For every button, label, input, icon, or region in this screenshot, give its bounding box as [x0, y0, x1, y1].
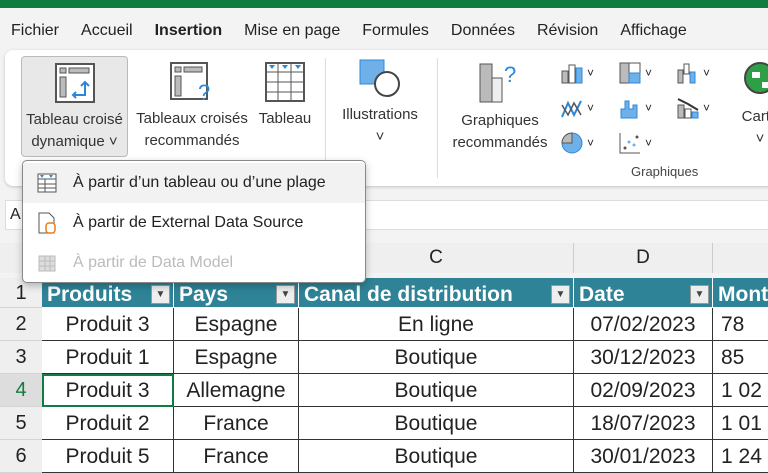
row-number[interactable]: 3 [0, 341, 42, 374]
combo-chart-button[interactable]: ˅ [677, 97, 710, 119]
combo-chart-icon [677, 98, 699, 119]
tab-donnees[interactable]: Données [440, 10, 526, 50]
hierarchy-chart-icon [619, 62, 641, 84]
table-cell[interactable]: Produit 5 [42, 440, 174, 473]
hierarchy-chart-button[interactable]: ˅ [619, 62, 652, 84]
pivot-table-button[interactable]: Tableau croisé dynamique ˅ [21, 56, 128, 157]
charts-group-label: Graphiques [631, 164, 699, 179]
maps-button[interactable]: Carte ˅ [735, 60, 768, 150]
column-header-d[interactable]: D [574, 243, 713, 273]
chevron-down-icon: ˅ [755, 130, 765, 147]
table-cell[interactable]: Produit 2 [42, 407, 174, 440]
recommended-charts-icon: ? [479, 62, 516, 103]
table-cell[interactable]: Produit 1 [42, 341, 174, 374]
filter-dropdown-icon[interactable]: ▼ [276, 285, 295, 304]
waterfall-chart-button[interactable]: ˅ [677, 62, 710, 84]
table-cell[interactable]: 85 [713, 341, 768, 374]
recommended-pivot-icon: ? [170, 62, 210, 102]
histogram-icon [620, 100, 638, 119]
svg-text:?: ? [504, 62, 516, 87]
table-cell[interactable]: 1 01 [713, 407, 768, 440]
globe-icon [744, 62, 768, 94]
row-number[interactable]: 2 [0, 308, 42, 341]
table-icon [265, 62, 305, 102]
line-chart-icon [561, 100, 582, 118]
waterfall-chart-icon [677, 63, 696, 84]
table-cell[interactable]: 07/02/2023 [574, 308, 713, 341]
tab-revision[interactable]: Révision [526, 10, 609, 50]
table-cell[interactable]: 02/09/2023 [574, 374, 713, 407]
title-bar [0, 0, 768, 8]
table-cell[interactable]: Boutique [299, 341, 574, 374]
table-row: 4 Produit 3 Allemagne Boutique 02/09/2023 1 0… [0, 374, 768, 407]
row-number[interactable]: 6 [0, 440, 42, 473]
table-cell[interactable]: En ligne [299, 308, 574, 341]
table-row: 5 Produit 2 France Boutique 18/07/2023 1 01 [0, 407, 768, 440]
scatter-chart-button[interactable]: ˅ [619, 132, 652, 154]
table-cell[interactable]: 1 02 [713, 374, 768, 407]
menu-item-from-table-range[interactable]: À partir d’un tableau ou d’une plage [23, 163, 365, 203]
external-data-icon [38, 212, 56, 234]
line-chart-button[interactable]: ˅ [561, 97, 594, 119]
tab-insertion[interactable]: Insertion [144, 10, 234, 54]
tab-fichier[interactable]: Fichier [0, 10, 70, 50]
pivot-table-icon [54, 63, 95, 103]
filter-dropdown-icon[interactable]: ▼ [690, 285, 709, 304]
table-cell[interactable]: Boutique [299, 407, 574, 440]
chevron-down-icon: ˅ [375, 128, 385, 145]
table-row: 3 Produit 1 Espagne Boutique 30/12/2023 85 [0, 341, 768, 374]
table-row: 6 Produit 5 France Boutique 30/01/2023 1 24 [0, 440, 768, 473]
table-cell[interactable]: 18/07/2023 [574, 407, 713, 440]
separator [437, 58, 438, 178]
column-header-e[interactable] [713, 243, 768, 273]
header-cell[interactable]: Date ▼ [574, 278, 713, 308]
ribbon-tabs: Fichier Accueil Insertion Mise en page F… [0, 10, 698, 54]
table-cell[interactable]: Espagne [174, 341, 299, 374]
recommended-charts-button[interactable]: ? Graphiques recommandés [445, 62, 555, 154]
tab-affichage[interactable]: Affichage [609, 10, 697, 50]
table-cell[interactable]: Allemagne [174, 374, 299, 407]
illustrations-button[interactable]: Illustrations ˅ [335, 58, 425, 148]
table-row: 2 Produit 3 Espagne En ligne 07/02/2023 78 [0, 308, 768, 341]
table-cell[interactable]: Espagne [174, 308, 299, 341]
statistic-chart-button[interactable]: ˅ [619, 97, 652, 119]
recommended-pivot-button[interactable]: ? Tableaux croisés recommandés [132, 62, 252, 152]
menu-item-data-model[interactable]: À partir de Data Model [23, 243, 365, 283]
column-chart-icon [561, 64, 583, 84]
scatter-chart-icon [619, 133, 640, 154]
tab-mise-en-page[interactable]: Mise en page [233, 10, 351, 50]
tab-formules[interactable]: Formules [351, 10, 440, 50]
tab-accueil[interactable]: Accueil [70, 10, 144, 50]
filter-dropdown-icon[interactable]: ▼ [551, 285, 570, 304]
pivot-table-dropdown-menu: À partir d’un tableau ou d’une plage À p… [22, 160, 366, 283]
row-number[interactable]: 4 [0, 374, 42, 407]
column-chart-button[interactable]: ˅ [561, 62, 594, 84]
table-cell[interactable]: Produit 3 [42, 374, 174, 407]
table-cell[interactable]: 1 24 [713, 440, 768, 473]
header-cell[interactable]: Mont [713, 278, 768, 308]
menu-item-external-data-source[interactable]: À partir de External Data Source [23, 203, 365, 243]
table-cell[interactable]: 30/01/2023 [574, 440, 713, 473]
table-cell[interactable]: France [174, 440, 299, 473]
row-number[interactable]: 5 [0, 407, 42, 440]
shapes-icon [359, 59, 400, 97]
pie-chart-button[interactable]: ˅ [561, 132, 594, 154]
svg-text:?: ? [198, 80, 210, 102]
pie-chart-icon [561, 132, 583, 154]
data-model-icon [38, 255, 56, 272]
table-cell[interactable]: Boutique [299, 374, 574, 407]
table-cell[interactable]: France [174, 407, 299, 440]
table-cell[interactable]: Boutique [299, 440, 574, 473]
table-button[interactable]: Tableau [255, 62, 315, 130]
table-cell[interactable]: Produit 3 [42, 308, 174, 341]
filter-dropdown-icon[interactable]: ▼ [151, 285, 170, 304]
table-cell[interactable]: 30/12/2023 [574, 341, 713, 374]
table-cell[interactable]: 78 [713, 308, 768, 341]
table-icon [37, 173, 57, 193]
